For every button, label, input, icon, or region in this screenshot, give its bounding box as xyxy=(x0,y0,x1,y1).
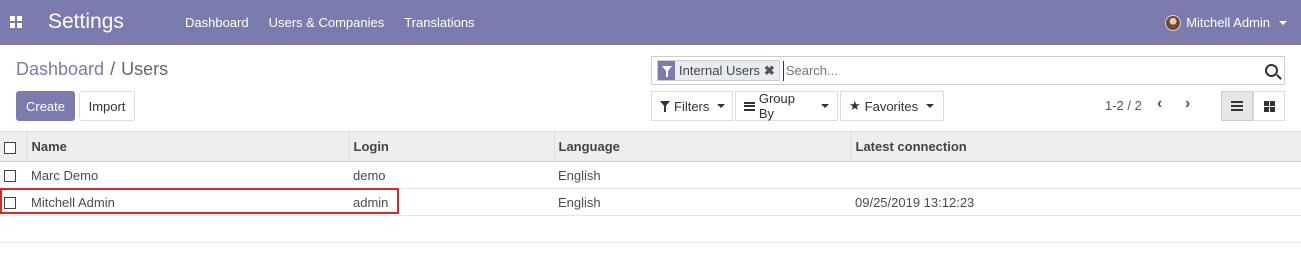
table-row[interactable]: Mitchell Admin admin English 09/25/2019 … xyxy=(0,189,1301,216)
main-menu: Dashboard Users & Companies Translations xyxy=(175,0,485,45)
empty-row xyxy=(0,216,1301,243)
cell-latest-connection[interactable]: 09/25/2019 13:12:23 xyxy=(851,189,1301,216)
row-select-cell xyxy=(0,162,27,189)
filters-dropdown[interactable]: Filters xyxy=(651,91,733,121)
app-title[interactable]: Settings xyxy=(48,10,124,34)
table-row[interactable]: Marc Demo demo English xyxy=(0,162,1301,189)
filters-label: Filters xyxy=(674,98,710,114)
top-navbar: Settings Dashboard Users & Companies Tra… xyxy=(0,0,1301,45)
close-icon[interactable]: ✖ xyxy=(764,61,779,80)
cell-login[interactable]: admin xyxy=(349,189,554,216)
search-facet: Internal Users ✖ xyxy=(657,60,780,81)
avatar xyxy=(1165,14,1182,31)
select-all-checkbox[interactable] xyxy=(4,141,16,154)
chevron-down-icon xyxy=(717,104,726,108)
row-checkbox[interactable] xyxy=(4,197,16,210)
breadcrumb: Dashboard / Users xyxy=(16,59,168,80)
list-view-icon xyxy=(1231,101,1243,111)
column-header-name[interactable]: Name xyxy=(26,131,349,162)
kanban-view-button[interactable] xyxy=(1253,91,1285,121)
search-bar: Internal Users ✖ xyxy=(651,56,1285,85)
group-by-dropdown[interactable]: Group By xyxy=(735,91,838,121)
menu-item-translations[interactable]: Translations xyxy=(394,15,484,30)
favorites-dropdown[interactable]: ★ Favorites xyxy=(840,91,944,121)
table-header-row: Name Login Language Latest connection xyxy=(0,131,1301,162)
chevron-down-icon xyxy=(1279,20,1287,25)
menu-item-dashboard[interactable]: Dashboard xyxy=(175,15,259,30)
column-header-language[interactable]: Language xyxy=(553,131,851,162)
pager-value[interactable]: 1-2 / 2 xyxy=(1105,98,1142,113)
column-header-latest-connection[interactable]: Latest connection xyxy=(850,131,1301,162)
cell-name[interactable]: Mitchell Admin xyxy=(27,189,349,216)
cell-latest-connection[interactable] xyxy=(851,162,1301,189)
search-input[interactable] xyxy=(782,60,1253,81)
row-select-cell xyxy=(0,189,27,216)
menu-item-users-companies[interactable]: Users & Companies xyxy=(259,15,395,30)
chevron-down-icon xyxy=(926,104,935,108)
search-icon[interactable] xyxy=(1265,64,1278,77)
bars-icon xyxy=(744,101,755,111)
breadcrumb-separator: / xyxy=(110,59,116,79)
group-by-label: Group By xyxy=(758,91,795,121)
kanban-view-icon xyxy=(1263,100,1275,112)
cell-name[interactable]: Marc Demo xyxy=(27,162,349,189)
cell-language[interactable]: English xyxy=(554,162,851,189)
cell-login[interactable]: demo xyxy=(349,162,554,189)
pager-next-icon[interactable]: › xyxy=(1185,95,1190,113)
star-icon: ★ xyxy=(849,98,861,113)
facet-label: Internal Users xyxy=(679,63,760,78)
view-switcher xyxy=(1221,91,1285,121)
breadcrumb-dashboard[interactable]: Dashboard xyxy=(16,59,104,80)
user-name: Mitchell Admin xyxy=(1186,15,1270,30)
user-menu[interactable]: Mitchell Admin xyxy=(1165,0,1287,45)
list-view-button[interactable] xyxy=(1221,91,1253,121)
filter-icon xyxy=(658,61,675,80)
create-button[interactable]: Create xyxy=(16,91,75,121)
filter-icon xyxy=(660,101,670,112)
pager-previous-icon[interactable]: ‹ xyxy=(1157,95,1162,113)
column-header-login[interactable]: Login xyxy=(348,131,554,162)
import-button[interactable]: Import xyxy=(79,91,135,121)
apps-grid-icon[interactable] xyxy=(10,16,22,28)
cell-language[interactable]: English xyxy=(554,189,851,216)
select-all-cell xyxy=(0,132,27,162)
row-checkbox[interactable] xyxy=(4,170,16,183)
breadcrumb-current: Users xyxy=(121,59,169,79)
chevron-down-icon xyxy=(821,104,829,108)
favorites-label: Favorites xyxy=(864,98,919,114)
users-table: Name Login Language Latest connection Ma… xyxy=(0,131,1301,243)
users-list: Name Login Language Latest connection Ma… xyxy=(0,131,1301,243)
